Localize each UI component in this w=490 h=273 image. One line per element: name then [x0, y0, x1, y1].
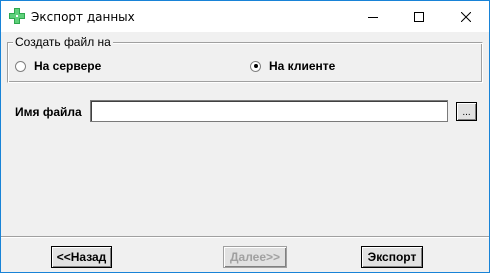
title-bar[interactable]: Экспорт данных — [1, 1, 489, 32]
dialog-content: Создать файл на На сервере На клиенте Им… — [1, 32, 489, 272]
browse-button[interactable]: ... — [456, 102, 477, 121]
window-title: Экспорт данных — [31, 10, 135, 24]
radio-server[interactable]: На сервере — [15, 59, 101, 73]
radio-server-indicator[interactable] — [15, 60, 26, 72]
browse-button-label: ... — [462, 107, 471, 118]
back-button[interactable]: <<Назад — [51, 246, 112, 268]
close-icon — [461, 11, 471, 22]
radio-client[interactable]: На клиенте — [250, 59, 335, 73]
minimize-button[interactable] — [350, 1, 396, 32]
radio-client-label: На клиенте — [269, 59, 336, 73]
file-name-input[interactable] — [90, 100, 448, 122]
radio-client-indicator[interactable] — [250, 60, 261, 72]
app-icon — [9, 8, 25, 24]
dialog-window: Экспорт данных Создать файл на На сервер… — [0, 0, 490, 273]
minimize-icon — [368, 16, 378, 18]
maximize-button[interactable] — [396, 1, 442, 32]
file-name-label: Имя файла — [15, 105, 82, 119]
export-button[interactable]: Экспорт — [361, 246, 423, 268]
close-button[interactable] — [443, 1, 489, 32]
maximize-icon — [414, 11, 424, 22]
radio-server-label: На сервере — [34, 59, 102, 73]
separator — [1, 236, 489, 238]
group-label: Создать файл на — [13, 35, 113, 49]
next-button[interactable]: Далее>> — [223, 246, 287, 268]
